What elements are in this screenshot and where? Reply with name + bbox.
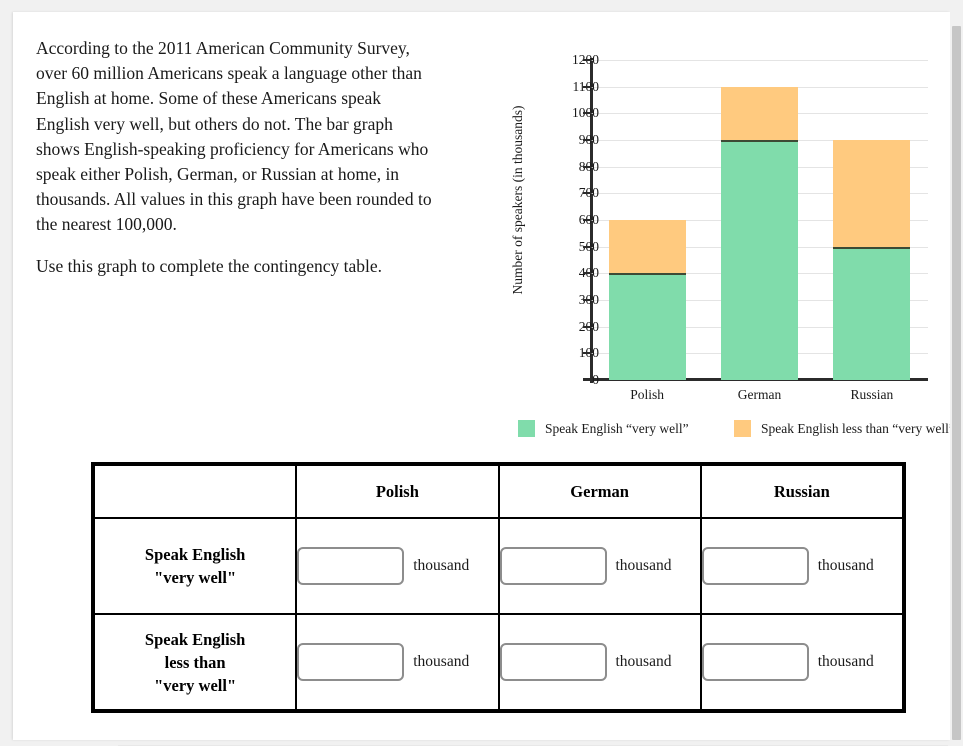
- y-tick-mark: [583, 379, 591, 381]
- bar-segment-very-well: [721, 140, 798, 380]
- x-tick-label-russian: Russian: [850, 387, 894, 402]
- answer-cell-lessthan-russian: thousand: [700, 614, 903, 710]
- x-tick-label-polish: Polish: [630, 387, 665, 402]
- unit-label: thousand: [615, 557, 672, 574]
- y-tick-mark: [583, 85, 591, 88]
- answer-input-verywell-german[interactable]: [499, 547, 607, 585]
- table-corner-cell: [94, 465, 297, 518]
- y-tick-mark: [583, 59, 591, 61]
- answer-cell-verywell-polish: thousand: [296, 518, 499, 614]
- unit-label: thousand: [817, 653, 874, 670]
- y-axis-title: Number of speakers (in thousands): [510, 105, 525, 295]
- answer-cell-verywell-german: thousand: [498, 518, 701, 614]
- answer-cell-verywell-russian: thousand: [700, 518, 903, 614]
- y-tick-mark: [583, 352, 591, 355]
- legend-swatch-icon: [518, 420, 535, 437]
- y-tick-mark: [583, 112, 591, 115]
- bar-segment-less-than-very-well: [833, 140, 911, 247]
- row-header-line: Speak English: [144, 545, 246, 564]
- answer-cell-lessthan-german: thousand: [498, 614, 701, 710]
- bar-german: [721, 86, 798, 380]
- answer-input-verywell-russian[interactable]: [701, 547, 809, 585]
- column-header-polish: Polish: [296, 465, 499, 518]
- row-header-less-than-very-well: Speak English less than "very well": [94, 614, 297, 710]
- legend-swatch-icon: [734, 420, 751, 437]
- answer-input-verywell-polish[interactable]: [297, 547, 405, 585]
- legend-item-very-well: Speak English “very well”: [518, 420, 689, 437]
- y-tick-mark: [583, 325, 591, 328]
- table-row: Speak English less than "very well" thou…: [94, 614, 903, 710]
- row-header-line: "very well": [154, 568, 237, 587]
- plot-area: [591, 60, 928, 380]
- gridline: [591, 60, 928, 61]
- content-card: According to the 2011 American Community…: [13, 12, 955, 746]
- answer-input-lessthan-polish[interactable]: [297, 643, 405, 681]
- unit-label: thousand: [817, 557, 874, 574]
- bar-segment-less-than-very-well: [608, 220, 686, 274]
- contingency-table: Polish German Russian Speak English "ver…: [91, 462, 906, 713]
- y-tick-mark: [583, 165, 591, 168]
- problem-statement: According to the 2011 American Community…: [36, 36, 436, 279]
- unit-label: thousand: [615, 653, 672, 670]
- y-tick-mark: [583, 219, 591, 221]
- table-body: Polish German Russian Speak English "ver…: [94, 465, 903, 710]
- answer-input-lessthan-german[interactable]: [499, 643, 607, 681]
- prompt-paragraph-1: According to the 2011 American Community…: [36, 38, 432, 235]
- y-tick-mark: [583, 299, 591, 301]
- row-header-line: Speak English: [144, 629, 246, 649]
- legend-label: Speak English less than “very well”: [761, 420, 955, 436]
- row-header-line: "very well": [154, 675, 237, 695]
- row-header-very-well: Speak English "very well": [94, 518, 297, 614]
- column-header-german: German: [498, 465, 701, 518]
- x-tick-label-german: German: [737, 387, 782, 402]
- bar-polish: [608, 220, 686, 380]
- table-row: Speak English "very well" thousand thous…: [94, 518, 903, 614]
- y-tick-mark: [583, 139, 591, 141]
- answer-cell-lessthan-polish: thousand: [296, 614, 499, 710]
- unit-label: thousand: [413, 653, 470, 670]
- bar-segment-less-than-very-well: [721, 86, 798, 140]
- segment-divider: [833, 246, 911, 249]
- prompt-paragraph-2: Use this graph to complete the contingen…: [36, 255, 383, 276]
- table-header-row: Polish German Russian: [94, 465, 903, 518]
- legend-item-less-than-very-well: Speak English less than “very well”: [734, 420, 955, 437]
- vertical-scrollbar[interactable]: [950, 12, 963, 740]
- bar-russian: [833, 140, 911, 380]
- unit-label: thousand: [413, 557, 470, 574]
- column-header-russian: Russian: [700, 465, 903, 518]
- segment-divider: [608, 273, 686, 276]
- y-tick-mark: [583, 272, 591, 275]
- contingency-table-wrapper: Polish German Russian Speak English "ver…: [91, 462, 906, 713]
- scrollbar-thumb[interactable]: [952, 26, 961, 740]
- answer-input-lessthan-russian[interactable]: [701, 643, 809, 681]
- y-tick-mark: [583, 245, 591, 248]
- page-root: According to the 2011 American Community…: [0, 0, 963, 746]
- chart-legend: Speak English “very well” Speak English l…: [518, 420, 955, 442]
- y-tick-mark: [583, 192, 591, 195]
- bar-segment-very-well: [833, 246, 911, 380]
- row-header-line: less than: [164, 652, 226, 672]
- segment-divider: [721, 140, 798, 142]
- legend-label: Speak English “very well”: [545, 420, 689, 436]
- bar-segment-very-well: [608, 273, 686, 380]
- bar-chart: Number of speakers (in thousands) 0 100 20…: [503, 37, 955, 452]
